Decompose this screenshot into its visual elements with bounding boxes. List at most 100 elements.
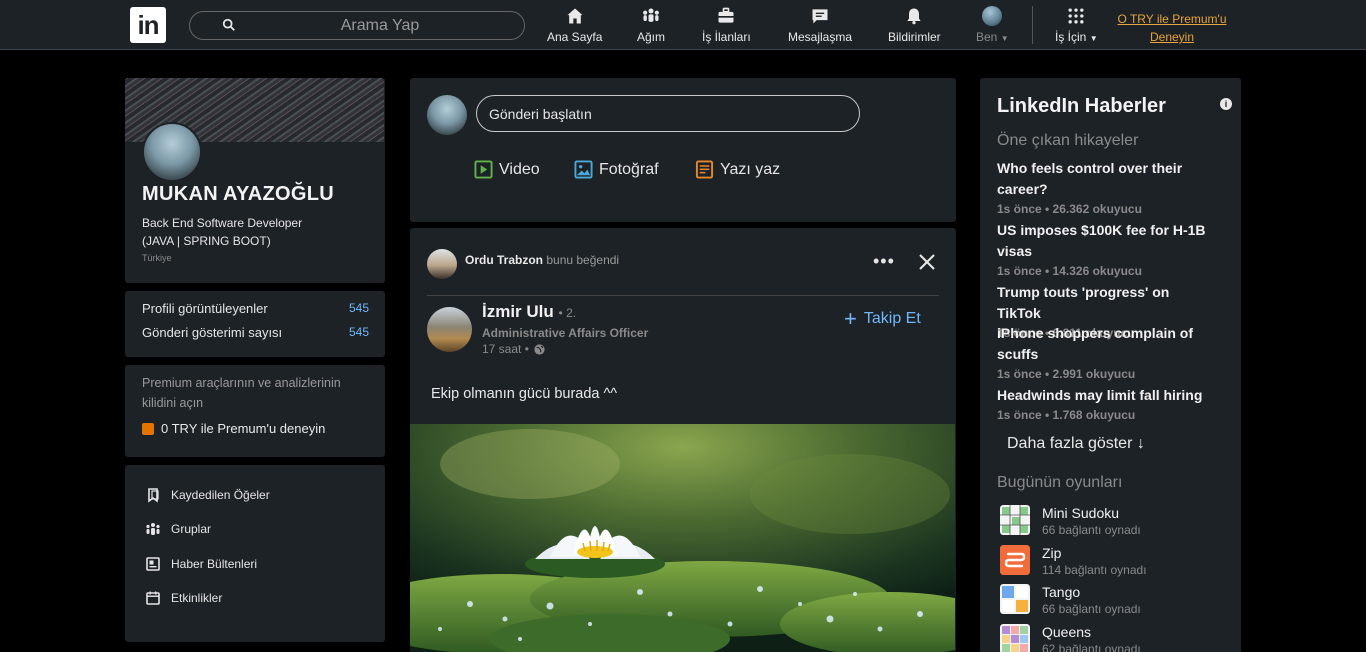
side-link-groups[interactable]: Gruplar [145,519,211,539]
news-subtitle: Öne çıkan hikayeler [997,132,1139,149]
news-headline: US imposes $100K fee for H-1B visas [997,222,1206,259]
queens-icon [1000,624,1030,652]
grid-icon [1068,8,1084,24]
game-queens[interactable]: Queens 62 bağlantı oynadı [1000,623,1141,652]
game-meta: 114 bağlantı oynadı [1042,563,1147,577]
linkedin-logo[interactable]: in [130,7,166,43]
stat-profile-viewers[interactable]: Profili görüntüleyenler 545 [142,301,369,316]
author-name[interactable]: İzmir Ulu • 2. [482,302,576,322]
nav-messaging-label: Mesajlaşma [788,30,853,44]
calendar-icon [146,591,160,605]
show-more-button[interactable]: Daha fazla göster ↓ [1007,435,1145,453]
profile-card: MUKAN AYAZOĞLU Back End Software Develop… [125,78,385,283]
news-meta: 1s önce • 14.326 okuyucu [997,264,1142,278]
post-image-water-lily[interactable] [410,424,955,652]
news-item[interactable]: Who feels control over their career? 1s … [997,158,1207,216]
post-time: 17 saat • [482,342,546,356]
stat-value: 545 [348,325,369,339]
premium-description: Premium araçlarının ve analizlerinin kil… [142,376,341,410]
game-meta: 66 bağlantı oynadı [1042,602,1141,616]
close-icon[interactable] [917,252,937,272]
search-input[interactable] [250,14,510,37]
nav-divider [1032,6,1033,44]
write-article-button[interactable]: Yazı yaz [695,160,780,179]
feed-post: Ordu Trabzon bunu beğendi ••• İzmir Ulu … [410,228,956,652]
shortcuts-card: Kaydedilen Öğeler Gruplar Haber Bültenle… [125,465,385,642]
game-name: Zip [1042,545,1062,561]
nav-me[interactable]: Ben ▼ [976,6,1009,46]
globe-icon [534,343,545,355]
games-title: Bugünün oyunları [997,474,1123,491]
nav-business[interactable]: İş İçin ▼ [1055,6,1098,46]
photo-icon [574,160,593,179]
photo-button[interactable]: Fotoğraf [574,160,659,179]
profile-name[interactable]: MUKAN AYAZOĞLU [142,183,334,206]
nav-home[interactable]: Ana Sayfa [547,6,602,46]
game-mini-sudoku[interactable]: Mini Sudoku 66 bağlantı oynadı [1000,504,1141,538]
liker-name: Ordu Trabzon [465,253,543,267]
premium-cta[interactable]: 0 TRY ile Premum'u deneyin [142,421,325,436]
nav-notifications[interactable]: Bildirimler [888,6,941,46]
news-headline: Who feels control over their career? [997,160,1183,197]
liker-avatar[interactable] [427,249,457,279]
news-meta: 1s önce • 2.991 okuyucu [997,367,1136,381]
sudoku-icon [1000,505,1030,535]
stat-value: 545 [348,301,369,315]
game-meta: 66 bağlantı oynadı [1042,523,1141,537]
news-item[interactable]: US imposes $100K fee for H-1B visas 1s ö… [997,220,1207,278]
news-headline: Trump touts 'progress' on TikTok [997,284,1170,321]
more-options-icon[interactable]: ••• [873,252,895,270]
search-box[interactable] [189,11,525,40]
jobs-icon [718,7,734,23]
profile-stats-card: Profili görüntüleyenler 545 Gönderi göst… [125,291,385,357]
video-button[interactable]: Video [474,160,540,179]
stat-label: Gönderi gösterimi sayısı [142,325,283,340]
nav-home-label: Ana Sayfa [547,30,603,44]
bell-icon [907,8,921,25]
nav-messaging[interactable]: Mesajlaşma [788,6,852,46]
game-zip[interactable]: Zip 114 bağlantı oynadı [1000,544,1147,578]
post-composer: Gönderi başlatın Video Fotoğraf Yazı yaz [410,78,956,222]
news-meta: 1s önce • 26.362 okuyucu [997,202,1142,216]
news-meta: 1s önce • 1.768 okuyucu [997,408,1136,422]
profile-avatar[interactable] [142,122,202,182]
bookmark-icon [148,488,159,503]
nav-jobs[interactable]: İş İlanları [702,6,751,46]
game-name: Mini Sudoku [1042,505,1120,521]
start-post-input[interactable]: Gönderi başlatın [476,95,860,132]
tango-icon [1000,584,1030,614]
nav-jobs-label: İş İlanları [702,30,751,44]
chevron-down-icon: ▼ [1089,34,1098,43]
author-title: Administrative Affairs Officer [482,326,649,340]
post-text: Ekip olmanın gücü burada ^^ [431,386,618,402]
news-headline: Headwinds may limit fall hiring [997,387,1203,403]
news-headline: iPhone shoppers complain of scuffs [997,325,1194,362]
game-name: Queens [1042,624,1092,640]
news-item[interactable]: Headwinds may limit fall hiring 1s önce … [997,385,1207,422]
water-lily-illustration [410,424,955,652]
composer-avatar[interactable] [427,95,467,135]
game-tango[interactable]: Tango 66 bağlantı oynadı [1000,583,1141,617]
social-context: Ordu Trabzon bunu beğendi [465,253,620,267]
top-navigation: in Ana Sayfa Ağım İş İlanları Mesajlaşma… [0,0,1366,50]
side-link-saved[interactable]: Kaydedilen Öğeler [145,485,270,505]
premium-link[interactable]: O TRY ile Premum'u Deneyin [1110,10,1234,46]
nav-network[interactable]: Ağım [637,6,665,46]
plus-icon: + [844,306,857,331]
profile-headline: Back End Software Developer (JAVA | SPRIN… [142,216,303,248]
news-title: LinkedIn Haberler [997,95,1166,117]
groups-icon [146,523,160,535]
author-avatar[interactable] [427,307,472,352]
news-item[interactable]: iPhone shoppers complain of scuffs 1s ön… [997,323,1207,381]
messaging-icon [812,9,828,24]
network-icon [643,8,659,22]
info-icon[interactable]: i [1220,98,1232,110]
stat-post-impressions[interactable]: Gönderi gösterimi sayısı 545 [142,325,369,340]
me-avatar [982,6,1003,26]
news-card: LinkedIn Haberler i Öne çıkan hikayeler … [980,78,1241,652]
side-link-events[interactable]: Etkinlikler [145,588,222,608]
game-name: Tango [1042,584,1081,600]
follow-button[interactable]: + Takip Et [844,306,921,331]
side-link-newsletters[interactable]: Haber Bültenleri [145,554,257,574]
zip-icon [1000,545,1030,575]
